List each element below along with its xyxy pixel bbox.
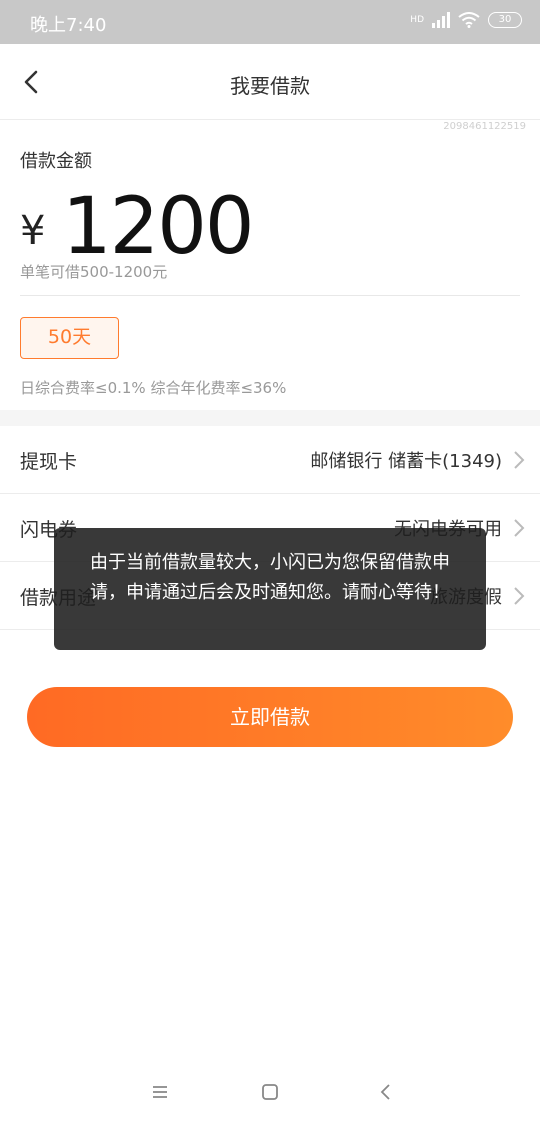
chevron-right-icon — [514, 587, 525, 605]
system-nav-bar — [0, 1070, 540, 1124]
toast-message: 由于当前借款量较大，小闪已为您保留借款申请，申请通过后会及时通知您。请耐心等待！ — [54, 528, 486, 650]
status-icons: HD 30 — [410, 12, 522, 28]
amount-range: 单笔可借500-1200元 — [20, 263, 168, 281]
chevron-right-icon — [514, 519, 525, 537]
amount-label: 借款金额 — [20, 151, 92, 172]
divider — [20, 295, 520, 296]
term-option-button[interactable]: 50天 — [20, 317, 119, 359]
status-time: 晚上7:40 — [30, 15, 107, 36]
rate-info: 日综合费率≤0.1% 综合年化费率≤36% — [20, 379, 287, 397]
home-icon[interactable] — [260, 1082, 280, 1102]
chevron-right-icon — [514, 451, 525, 469]
signal-icon — [432, 12, 450, 28]
row-value: 邮储银行 储蓄卡(1349) — [310, 451, 502, 472]
order-id: 2098461122519 — [443, 121, 526, 132]
currency-symbol: ¥ — [20, 208, 46, 254]
battery-icon: 30 — [488, 12, 522, 28]
section-gap — [0, 410, 540, 426]
status-bar: 晚上7:40 HD 30 — [0, 0, 540, 44]
loan-amount[interactable]: 1200 — [62, 182, 255, 272]
row-withdraw-card[interactable]: 提现卡 邮储银行 储蓄卡(1349) — [0, 426, 540, 494]
borrow-now-button[interactable]: 立即借款 — [27, 687, 513, 747]
hd-label: HD — [410, 15, 424, 25]
back-nav-icon[interactable] — [376, 1082, 396, 1102]
menu-icon[interactable] — [150, 1082, 170, 1102]
page-title: 我要借款 — [230, 74, 310, 98]
wifi-icon — [458, 12, 480, 28]
row-label: 提现卡 — [20, 451, 78, 473]
page-header: 我要借款 — [0, 44, 540, 120]
